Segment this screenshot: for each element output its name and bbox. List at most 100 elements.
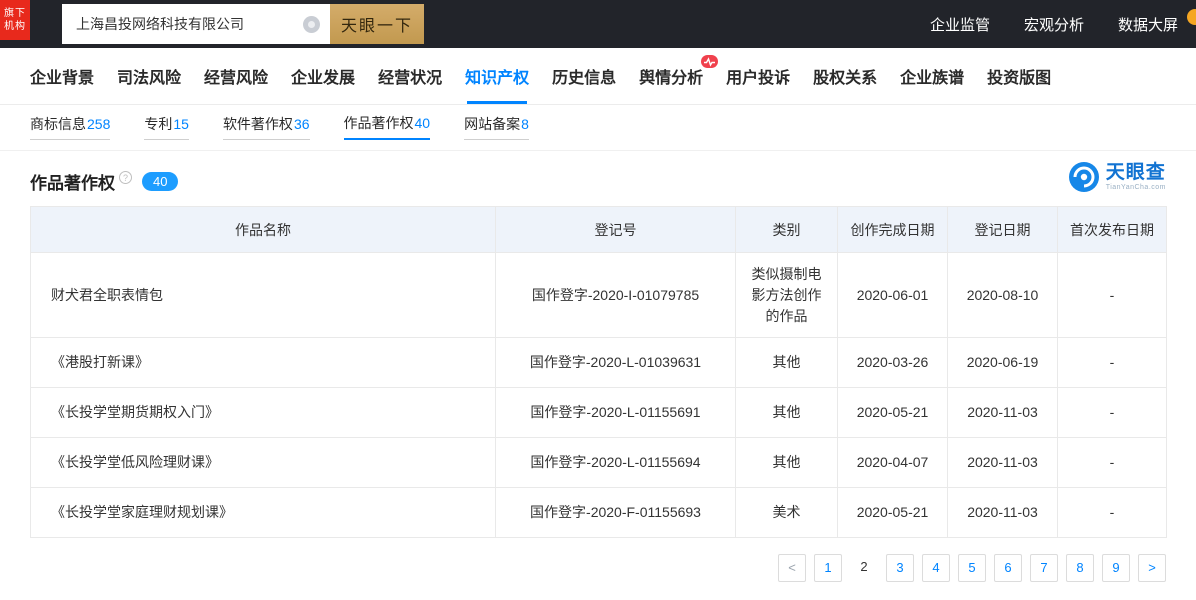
work-reg-date: 2020-11-03: [947, 487, 1058, 538]
search-input-value[interactable]: 上海昌投网络科技有限公司: [76, 14, 303, 34]
work-first-publish: -: [1057, 387, 1167, 438]
page-button-4[interactable]: 4: [922, 554, 950, 582]
ip-sub-tabs: 商标信息258 专利15 软件著作权36 作品著作权40 网站备案8: [0, 105, 1196, 151]
subtab-works-copyright-count: 40: [414, 115, 431, 131]
work-reg-date: 2020-06-19: [947, 337, 1058, 388]
work-reg-no: 国作登字-2020-L-01039631: [495, 337, 736, 388]
link-enterprise-supervision[interactable]: 企业监管: [930, 14, 990, 35]
work-reg-no: 国作登字-2020-L-01155691: [495, 387, 736, 438]
tianyancha-logo-icon: [1068, 162, 1099, 192]
section-title: 作品著作权: [30, 174, 115, 193]
page-button-7[interactable]: 7: [1030, 554, 1058, 582]
col-header-first-publish-date: 首次发布日期: [1057, 206, 1167, 253]
work-first-publish: -: [1057, 487, 1167, 538]
subtab-trademark-info[interactable]: 商标信息258: [30, 114, 111, 140]
subtab-software-copyright-label: 软件著作权: [222, 116, 293, 132]
link-data-screen[interactable]: 数据大屏: [1118, 14, 1178, 35]
page-button-5[interactable]: 5: [958, 554, 986, 582]
work-first-publish: -: [1057, 437, 1167, 488]
work-category: 其他: [735, 437, 838, 488]
tab-enterprise-genealogy[interactable]: 企业族谱: [900, 48, 964, 104]
brand-badge: 旗下 机构: [0, 0, 30, 40]
main-nav-tabs: 企业背景 司法风险 经营风险 企业发展 经营状况 知识产权 历史信息 舆情分析 …: [0, 48, 1196, 105]
page-button-2-current: 2: [860, 559, 868, 574]
tab-history-info[interactable]: 历史信息: [552, 48, 616, 104]
tab-user-complaints[interactable]: 用户投诉: [726, 48, 790, 104]
col-header-work-name: 作品名称: [30, 206, 496, 253]
tab-judicial-risk[interactable]: 司法风险: [117, 48, 181, 104]
table-header-row: 作品名称 登记号 类别 创作完成日期 登记日期 首次发布日期: [30, 206, 1167, 253]
tab-equity-relationship[interactable]: 股权关系: [813, 48, 877, 104]
subtab-website-record-count: 8: [521, 116, 529, 132]
work-finish-date: 2020-03-26: [837, 337, 948, 388]
tab-company-background[interactable]: 企业背景: [30, 48, 94, 104]
page-next-button[interactable]: >: [1138, 554, 1166, 582]
topbar: 旗下 机构 上海昌投网络科技有限公司 天眼一下 企业监管 宏观分析 数据大屏: [0, 0, 1196, 48]
tab-business-status[interactable]: 经营状况: [378, 48, 442, 104]
table-row: 财犬君全职表情包 国作登字-2020-I-01079785 类似摄制电影方法创作…: [30, 252, 1167, 338]
works-copyright-table: 作品名称 登记号 类别 创作完成日期 登记日期 首次发布日期 财犬君全职表情包 …: [30, 206, 1167, 538]
work-first-publish: -: [1057, 252, 1167, 338]
pagination: < 1 2 3 4 5 6 7 8 9 >: [30, 538, 1166, 582]
work-name: 《长投学堂期货期权入门》: [30, 387, 496, 438]
subtab-trademark-label: 商标信息: [30, 116, 86, 132]
work-reg-no: 国作登字-2020-I-01079785: [495, 252, 736, 338]
topbar-links: 企业监管 宏观分析 数据大屏: [930, 14, 1178, 35]
col-header-reg-no: 登记号: [495, 206, 736, 253]
section-header: 作品著作权 ? 40: [30, 151, 1166, 206]
page-button-3[interactable]: 3: [886, 554, 914, 582]
subtab-website-record[interactable]: 网站备案8: [464, 114, 529, 140]
corner-avatar-icon[interactable]: [1187, 9, 1196, 25]
table-row: 《长投学堂家庭理财规划课》 国作登字-2020-F-01155693 美术 20…: [30, 487, 1167, 538]
page-button-8[interactable]: 8: [1066, 554, 1094, 582]
table-row: 《长投学堂期货期权入门》 国作登字-2020-L-01155691 其他 202…: [30, 387, 1167, 438]
link-macro-analysis[interactable]: 宏观分析: [1024, 14, 1084, 35]
tab-business-risk[interactable]: 经营风险: [204, 48, 268, 104]
work-name: 财犬君全职表情包: [30, 252, 496, 338]
work-reg-no: 国作登字-2020-L-01155694: [495, 437, 736, 488]
tab-company-development[interactable]: 企业发展: [291, 48, 355, 104]
page-prev-button[interactable]: <: [778, 554, 806, 582]
subtab-patent-count: 15: [173, 116, 189, 132]
work-category: 其他: [735, 387, 838, 438]
col-header-category: 类别: [735, 206, 838, 253]
page-button-6[interactable]: 6: [994, 554, 1022, 582]
work-finish-date: 2020-05-21: [837, 387, 948, 438]
work-category: 美术: [735, 487, 838, 538]
page-button-9[interactable]: 9: [1102, 554, 1130, 582]
camera-icon[interactable]: [303, 15, 320, 33]
search-bar: 上海昌投网络科技有限公司 天眼一下: [62, 4, 424, 44]
work-reg-date: 2020-11-03: [947, 437, 1058, 488]
subtab-software-copyright[interactable]: 软件著作权36: [222, 114, 310, 140]
brand-badge-line1: 旗下: [4, 8, 26, 19]
tab-public-opinion[interactable]: 舆情分析: [639, 48, 719, 104]
subtab-website-record-label: 网站备案: [464, 116, 521, 132]
table-row: 《港股打新课》 国作登字-2020-L-01039631 其他 2020-03-…: [30, 337, 1167, 388]
content-area: 作品著作权 ? 40 天眼查 TianYanCha.com 作品名称 登记号 类…: [0, 151, 1196, 582]
work-reg-date: 2020-11-03: [947, 387, 1058, 438]
works-count-badge: 40: [142, 172, 179, 191]
page-button-1[interactable]: 1: [814, 554, 842, 582]
search-button[interactable]: 天眼一下: [330, 4, 424, 44]
work-first-publish: -: [1057, 337, 1167, 388]
col-header-reg-date: 登记日期: [947, 206, 1058, 253]
col-header-finish-date: 创作完成日期: [837, 206, 948, 253]
help-icon[interactable]: ?: [119, 171, 132, 184]
logo-name: 天眼查: [1105, 162, 1166, 183]
work-finish-date: 2020-05-21: [837, 487, 948, 538]
tab-investment-map[interactable]: 投资版图: [987, 48, 1051, 104]
tab-intellectual-property[interactable]: 知识产权: [465, 48, 529, 104]
tianyancha-logo: 天眼查 TianYanCha.com: [1068, 161, 1166, 193]
subtab-works-copyright-label: 作品著作权: [343, 115, 414, 131]
tab-public-opinion-label: 舆情分析: [639, 70, 704, 87]
work-finish-date: 2020-06-01: [837, 252, 948, 338]
company-search-input[interactable]: 上海昌投网络科技有限公司: [62, 4, 330, 44]
work-name: 《长投学堂低风险理财课》: [30, 437, 496, 488]
work-category: 类似摄制电影方法创作的作品: [735, 252, 838, 338]
subtab-patent[interactable]: 专利15: [144, 114, 189, 140]
pulse-badge-icon: [701, 55, 719, 68]
work-finish-date: 2020-04-07: [837, 437, 948, 488]
subtab-works-copyright[interactable]: 作品著作权40: [343, 113, 431, 140]
work-name: 《港股打新课》: [30, 337, 496, 388]
work-reg-date: 2020-08-10: [947, 252, 1058, 338]
